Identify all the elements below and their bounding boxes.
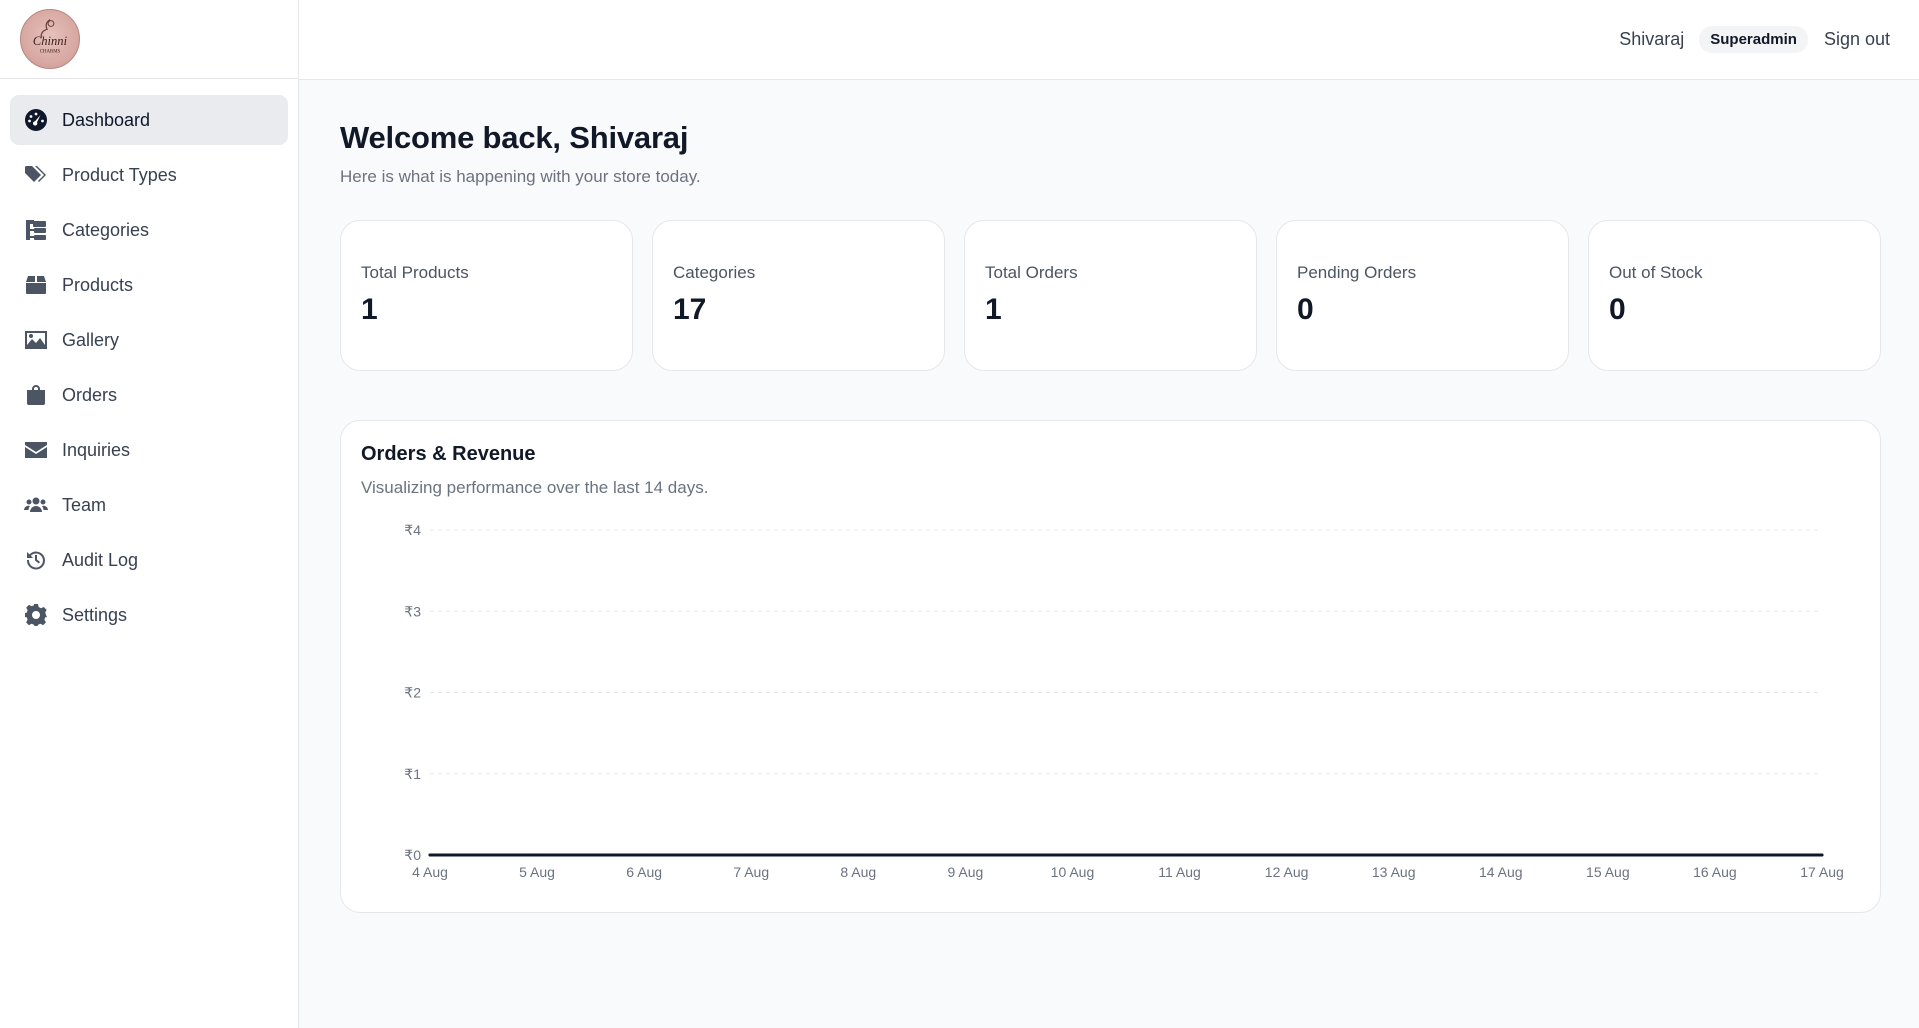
x-tick-label: 10 Aug [1051,864,1095,880]
stat-value: 1 [985,293,1002,326]
series-point [1178,853,1182,857]
stat-value: 0 [1609,293,1626,326]
sidebar-item-gallery[interactable]: Gallery [10,315,288,365]
sidebar-item-dashboard[interactable]: Dashboard [10,95,288,145]
x-tick-label: 12 Aug [1265,864,1309,880]
users-icon [24,493,48,517]
orders-revenue-chart: ₹0 ₹1 ₹2 ₹3 ₹4 4 Aug 5 Aug 6 Aug 7 Aug 8 Aug 9 Aug… [404,522,1844,880]
series-point [642,853,646,857]
logo-subtext: CHARMS [40,50,61,55]
sidebar-item-team[interactable]: Team [10,480,288,530]
sign-out-button[interactable]: Sign out [1824,29,1890,50]
sidebar-item-settings[interactable]: Settings [10,590,288,640]
series-point [1070,853,1074,857]
stat-card-total-products: Total Products 1 [340,220,633,371]
sidebar-item-label: Products [62,274,134,295]
series-point [428,853,432,857]
y-tick-label: ₹1 [404,766,421,782]
x-tick-label: 6 Aug [626,864,662,880]
sidebar-item-label: Categories [62,219,150,240]
sidebar-item-label: Dashboard [62,109,151,130]
page-subtitle: Here is what is happening with your stor… [340,167,701,186]
x-tick-label: 4 Aug [412,864,448,880]
x-tick-label: 8 Aug [840,864,876,880]
sidebar-item-label: Team [62,494,107,515]
page-title: Welcome back, Shivaraj [340,120,689,155]
envelope-icon [24,438,48,462]
dashboard-icon [24,108,48,132]
role-badge: Superadmin [1699,26,1808,53]
y-tick-label: ₹2 [404,685,421,701]
x-tick-label: 11 Aug [1158,864,1201,880]
sidebar-item-label: Orders [62,384,118,405]
gear-icon [24,603,48,627]
stat-label: Pending Orders [1297,263,1417,282]
stat-card-out-of-stock: Out of Stock 0 [1588,220,1881,371]
x-tick-label: 5 Aug [519,864,555,880]
sidebar-item-orders[interactable]: Orders [10,370,288,420]
x-tick-label: 14 Aug [1479,864,1523,880]
sidebar-item-products[interactable]: Products [10,260,288,310]
sidebar-item-audit-log[interactable]: Audit Log [10,535,288,585]
series-point [1606,853,1610,857]
history-icon [24,548,48,572]
x-tick-label: 9 Aug [947,864,983,880]
sidebar-nav: Dashboard Product Types Categories Produ… [0,79,298,640]
stat-label: Total Orders [985,263,1078,282]
stat-label: Categories [673,263,756,282]
x-tick-label: 17 Aug [1800,864,1844,880]
logo-text: Chinni [33,34,68,48]
sidebar-item-label: Product Types [62,164,177,185]
shopping-bag-icon [24,383,48,407]
stat-label: Total Products [361,263,469,282]
x-tick-label: 16 Aug [1693,864,1737,880]
x-tick-label: 15 Aug [1586,864,1630,880]
brand-logo[interactable]: Chinni CHARMS [20,9,80,69]
sidebar-item-label: Audit Log [62,549,139,570]
tags-icon [24,163,48,187]
stat-label: Out of Stock [1609,263,1703,282]
stat-value: 0 [1297,293,1314,326]
series-point [535,853,539,857]
series-point [1499,853,1503,857]
main-content: Welcome back, Shivaraj Here is what is h… [340,120,1881,913]
sidebar-item-label: Inquiries [62,439,131,460]
series-point [1392,853,1396,857]
stat-value: 1 [361,293,378,326]
topbar: Shivaraj Superadmin Sign out [299,0,1919,80]
stat-card-total-orders: Total Orders 1 [964,220,1257,371]
sidebar-item-inquiries[interactable]: Inquiries [10,425,288,475]
stat-card-pending-orders: Pending Orders 0 [1276,220,1569,371]
series-point [1713,853,1717,857]
y-tick-label: ₹0 [404,847,421,863]
user-name: Shivaraj [1619,29,1685,49]
series-point [1285,853,1289,857]
x-tick-label: 7 Aug [733,864,769,880]
stat-card-categories: Categories 17 [652,220,945,371]
sidebar-item-product-types[interactable]: Product Types [10,150,288,200]
stats-cards: Total Products 1 Categories 17 Total Ord… [340,220,1881,371]
orders-revenue-panel: Orders & Revenue Visualizing performance… [340,420,1881,913]
x-tick-label: 13 Aug [1372,864,1416,880]
box-icon [24,273,48,297]
stat-value: 17 [673,293,707,326]
sidebar-item-label: Settings [62,604,128,625]
series-point [749,853,753,857]
sidebar-item-categories[interactable]: Categories [10,205,288,255]
y-tick-label: ₹3 [404,603,421,619]
categories-icon [24,218,48,242]
brand-logo-mark: Chinni CHARMS [33,19,68,55]
series-point [963,853,967,857]
series-point [856,853,860,857]
y-tick-label: ₹4 [404,522,421,538]
sidebar-brand: Chinni CHARMS [0,0,298,79]
sidebar-item-label: Gallery [62,329,120,350]
image-icon [24,328,48,352]
series-point [1820,853,1824,857]
sidebar: Chinni CHARMS Dashboard Product Types Ca… [0,0,299,1028]
